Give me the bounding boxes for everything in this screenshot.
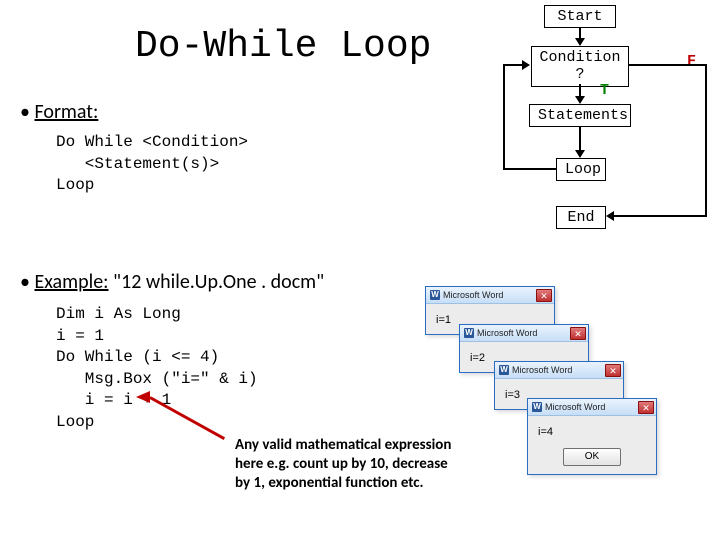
close-icon[interactable]: ✕ <box>536 289 552 302</box>
close-icon[interactable]: ✕ <box>605 364 621 377</box>
arrowhead-icon <box>522 60 530 70</box>
dialog-title: WMicrosoft Word <box>430 290 503 300</box>
dialog-4: WMicrosoft Word ✕ i=4 OK <box>527 398 657 475</box>
word-icon: W <box>532 402 542 412</box>
format-code: Do While <Condition> <Statement(s)> Loop <box>56 132 248 197</box>
flow-edge <box>579 126 581 152</box>
example-filename: "12 while.Up.One . docm" <box>113 270 324 294</box>
example-section: • Example: "12 while.Up.One . docm" <box>20 270 324 294</box>
dialog-titlebar: WMicrosoft Word ✕ <box>426 287 554 304</box>
example-code: Dim i As Long i = 1 Do While (i <= 4) Ms… <box>56 304 258 434</box>
annotation-arrow-icon <box>136 391 150 403</box>
word-icon: W <box>430 290 440 300</box>
arrowhead-icon <box>575 96 585 104</box>
flow-end: End <box>556 206 606 229</box>
flow-statements: Statements <box>529 104 631 127</box>
flow-true-label: T <box>600 82 609 99</box>
close-icon[interactable]: ✕ <box>638 401 654 414</box>
ok-button[interactable]: OK <box>563 448 621 466</box>
page-title: Do-While Loop <box>135 25 431 68</box>
word-icon: W <box>464 328 474 338</box>
flow-edge <box>705 64 707 216</box>
dialog-title: WMicrosoft Word <box>499 365 572 375</box>
flow-edge <box>503 64 505 170</box>
dialog-button-row: OK <box>538 448 646 466</box>
dialog-titlebar: WMicrosoft Word ✕ <box>460 325 588 342</box>
flow-start: Start <box>544 5 616 28</box>
annotation-text: Any valid mathematical expression here e… <box>235 436 455 492</box>
flow-edge <box>629 64 707 66</box>
example-heading: Example: <box>34 270 108 294</box>
arrowhead-icon <box>575 38 585 46</box>
dialog-titlebar: WMicrosoft Word ✕ <box>495 362 623 379</box>
bullet-icon: • <box>20 270 34 294</box>
flow-edge <box>613 215 707 217</box>
flow-false-label: F <box>687 53 696 70</box>
arrowhead-icon <box>606 211 614 221</box>
word-icon: W <box>499 365 509 375</box>
flow-condition: Condition ? <box>531 46 629 87</box>
bullet-icon: • <box>20 100 34 124</box>
dialog-message: i=4 <box>538 426 646 438</box>
format-heading: Format: <box>34 100 98 124</box>
arrowhead-icon <box>575 150 585 158</box>
format-section: • Format: <box>20 100 98 124</box>
dialog-title: WMicrosoft Word <box>464 328 537 338</box>
dialog-titlebar: WMicrosoft Word ✕ <box>528 399 656 416</box>
dialog-title: WMicrosoft Word <box>532 402 605 412</box>
flow-edge <box>503 64 523 66</box>
flow-edge <box>503 168 556 170</box>
close-icon[interactable]: ✕ <box>570 327 586 340</box>
flow-loop: Loop <box>556 158 606 181</box>
